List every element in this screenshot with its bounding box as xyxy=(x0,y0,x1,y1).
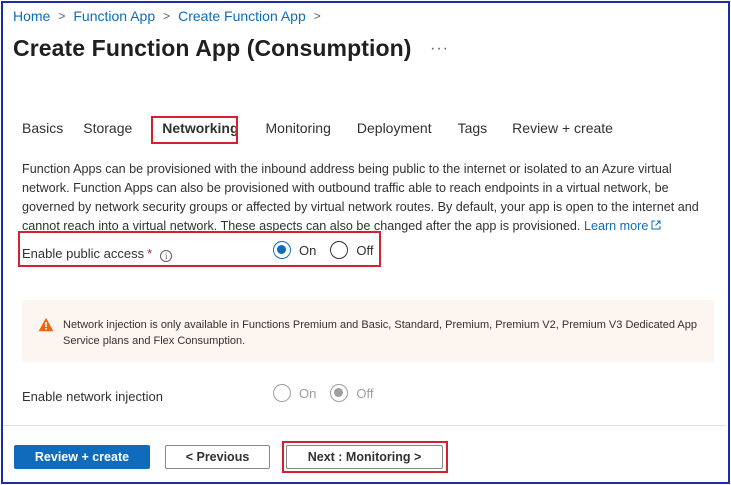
chevron-right-icon: > xyxy=(313,9,321,23)
breadcrumb: Home > Function App > Create Function Ap… xyxy=(13,8,329,24)
page-title: Create Function App (Consumption) xyxy=(13,35,412,61)
tab-bar: Basics Storage Networking Monitoring Dep… xyxy=(22,120,613,136)
footer-divider xyxy=(3,425,726,426)
warning-text: Network injection is only available in F… xyxy=(63,319,697,347)
learn-more-label[interactable]: Learn more xyxy=(584,219,648,233)
review-create-button[interactable]: Review + create xyxy=(14,445,150,469)
public-access-on-radio[interactable]: On xyxy=(273,241,316,259)
info-icon[interactable]: i xyxy=(160,250,173,262)
radio-checked-icon xyxy=(330,384,349,402)
warning-icon xyxy=(38,317,54,332)
network-injection-off-label: Off xyxy=(356,385,374,401)
tab-monitoring[interactable]: Monitoring xyxy=(266,120,331,136)
network-injection-on-label: On xyxy=(299,385,317,401)
chevron-right-icon: > xyxy=(163,9,171,23)
public-access-label: Enable public access * i xyxy=(22,246,173,262)
next-monitoring-button[interactable]: Next : Monitoring > xyxy=(286,445,443,469)
chevron-right-icon: > xyxy=(58,9,66,23)
public-access-radio-group: On Off xyxy=(273,241,373,259)
previous-button[interactable]: < Previous xyxy=(165,445,270,469)
networking-description: Function Apps can be provisioned with th… xyxy=(22,160,722,236)
tab-deployment[interactable]: Deployment xyxy=(357,120,432,136)
network-injection-label: Enable network injection xyxy=(22,389,163,404)
breadcrumb-function-app[interactable]: Function App xyxy=(73,8,155,24)
network-injection-warning: Network injection is only available in F… xyxy=(22,300,714,362)
public-access-off-radio[interactable]: Off xyxy=(330,241,373,259)
highlight-box-networking-tab xyxy=(151,116,238,144)
tab-tags[interactable]: Tags xyxy=(458,120,488,136)
public-access-label-text: Enable public access xyxy=(22,246,145,261)
learn-more-link[interactable]: Learn more xyxy=(584,219,661,233)
external-link-icon xyxy=(651,220,661,230)
network-injection-radio-group: On Off xyxy=(273,384,373,402)
network-injection-off-radio: Off xyxy=(330,384,373,402)
radio-unchecked-icon xyxy=(273,384,291,402)
tab-storage[interactable]: Storage xyxy=(83,120,132,136)
more-options-icon[interactable]: ··· xyxy=(430,40,449,58)
tab-review-create[interactable]: Review + create xyxy=(512,120,613,136)
tab-basics[interactable]: Basics xyxy=(22,120,63,136)
public-access-on-label: On xyxy=(299,242,317,258)
network-injection-on-radio: On xyxy=(273,384,316,402)
required-marker: * xyxy=(147,246,153,261)
radio-checked-icon[interactable] xyxy=(273,241,291,259)
public-access-off-label: Off xyxy=(356,242,374,258)
radio-unchecked-icon[interactable] xyxy=(330,241,349,259)
breadcrumb-create-function-app[interactable]: Create Function App xyxy=(178,8,306,24)
breadcrumb-home[interactable]: Home xyxy=(13,8,50,24)
